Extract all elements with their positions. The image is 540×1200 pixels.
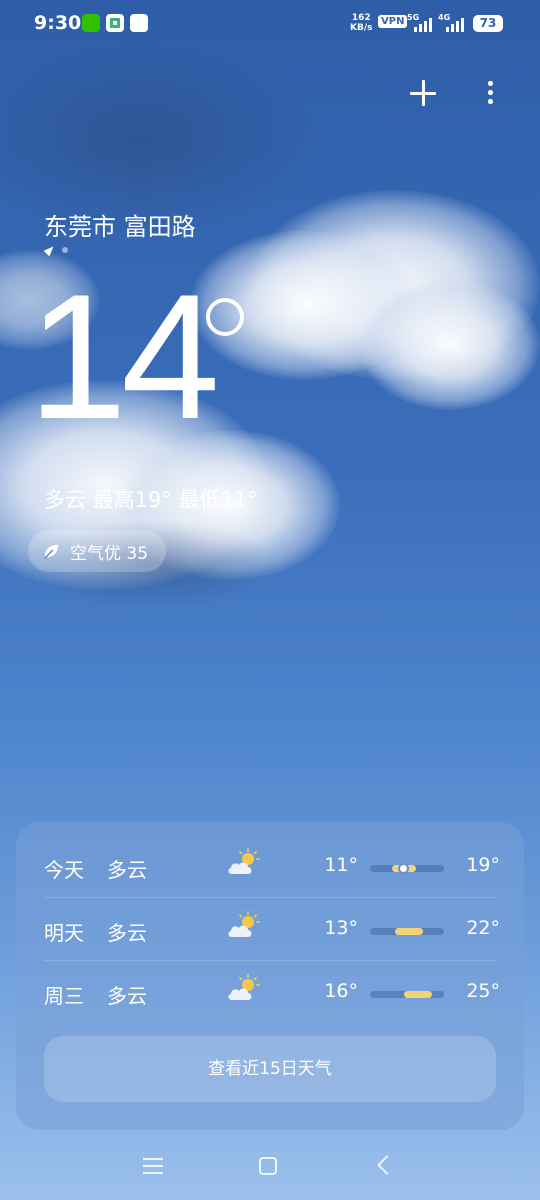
current-temperature: 14: [28, 257, 220, 456]
plus-icon[interactable]: [408, 78, 438, 108]
forecast-high: 22°: [466, 917, 500, 939]
current-temp-marker: [398, 863, 410, 874]
clock: 9:30: [34, 12, 82, 34]
vpn-badge: VPN: [378, 15, 408, 28]
forecast-low: 16°: [324, 980, 358, 1002]
forecast-low: 13°: [324, 917, 358, 939]
location-title[interactable]: 东莞市 富田路: [44, 207, 196, 242]
degree-symbol: [206, 298, 244, 336]
forecast-condition: 多云: [107, 858, 147, 882]
more-vertical-icon[interactable]: [478, 78, 502, 108]
temp-range-bar: [370, 928, 444, 935]
condition-summary: 多云 最高19° 最低11°: [44, 488, 258, 512]
forecast-row[interactable]: 明天 多云 13° 22°: [16, 897, 524, 960]
forecast-row[interactable]: 周三 多云 16° 25°: [16, 960, 524, 1023]
partly-cloudy-icon: [228, 911, 260, 937]
air-quality-chip[interactable]: 空气优 35: [28, 530, 167, 572]
view-15-day-button[interactable]: 查看近15日天气: [44, 1036, 496, 1102]
network-speed: 162 KB/s: [350, 13, 373, 33]
location-arrow-icon: [43, 243, 57, 257]
nav-home-icon[interactable]: [259, 1157, 277, 1175]
page-dot: [62, 247, 68, 253]
forecast-day: 今天: [44, 858, 84, 882]
forecast-card: 今天 多云 11° 19° 明天 多云 13° 22° 周三 多云 16° 25° 查看近15日天气: [16, 822, 524, 1130]
location-page-indicator: [43, 243, 68, 257]
nav-back-icon[interactable]: [377, 1155, 397, 1175]
forecast-condition: 多云: [107, 921, 147, 945]
forecast-condition: 多云: [107, 984, 147, 1008]
temp-range-fill: [395, 928, 424, 935]
battery-icon: 73: [473, 15, 503, 32]
partly-cloudy-icon: [228, 974, 260, 1000]
forecast-day: 周三: [44, 984, 84, 1008]
wechat-icon: [82, 14, 100, 32]
partly-cloudy-icon: [228, 848, 260, 874]
leaf-icon: [44, 544, 59, 559]
signal-icon: [446, 18, 464, 32]
signal-icon: [414, 18, 432, 32]
status-bar: 9:30 162 KB/s VPN 5G 4G 73: [0, 0, 540, 48]
temp-range-bar: [370, 863, 444, 874]
nav-menu-icon[interactable]: [143, 1158, 163, 1174]
forecast-high: 25°: [466, 980, 500, 1002]
forecast-day: 明天: [44, 921, 84, 945]
forecast-high: 19°: [466, 854, 500, 876]
air-quality-label: 空气优 35: [70, 543, 149, 564]
app-icon: [106, 14, 124, 32]
temp-range-fill: [404, 991, 433, 998]
temp-range-bar: [370, 991, 444, 998]
forecast-row[interactable]: 今天 多云 11° 19°: [16, 834, 524, 897]
data-icon: [130, 14, 148, 32]
forecast-low: 11°: [324, 854, 358, 876]
